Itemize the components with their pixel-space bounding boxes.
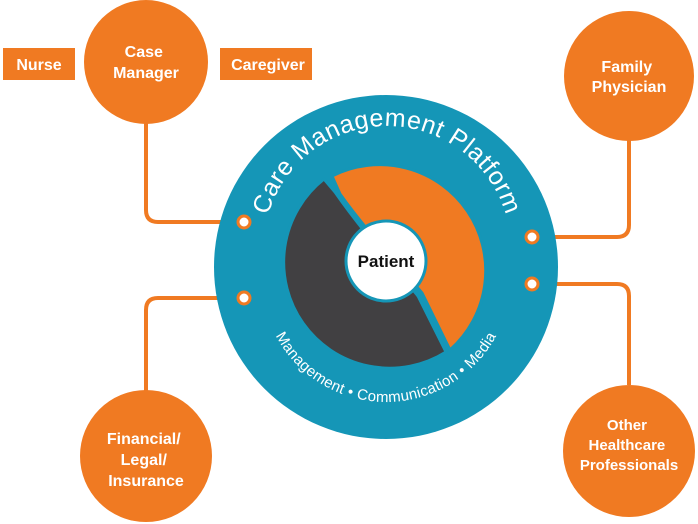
other-professionals-line3: Professionals: [580, 457, 678, 474]
financial-line1: Financial/: [107, 431, 181, 448]
financial-line2: Legal/: [121, 452, 168, 469]
case-manager-line2: Manager: [113, 65, 179, 82]
dot-family-physician: [524, 229, 540, 245]
family-physician-line1: Family: [601, 59, 652, 76]
other-professionals-line1: Other: [607, 417, 647, 434]
caregiver-label: Caregiver: [231, 57, 305, 74]
patient-label: Patient: [358, 252, 415, 271]
nurse-label: Nurse: [16, 57, 61, 74]
dot-financial: [236, 290, 252, 306]
financial-line3: Insurance: [108, 473, 184, 490]
dot-case-manager: [236, 214, 252, 230]
other-professionals-line2: Healthcare: [589, 437, 666, 454]
dot-other: [524, 276, 540, 292]
care-management-diagram: Patient Care Management Platform Managem…: [3, 0, 695, 522]
case-manager-node: [84, 0, 208, 124]
case-manager-line1: Case: [125, 44, 163, 61]
family-physician-line2: Physician: [592, 79, 667, 96]
family-physician-node: [564, 11, 694, 141]
